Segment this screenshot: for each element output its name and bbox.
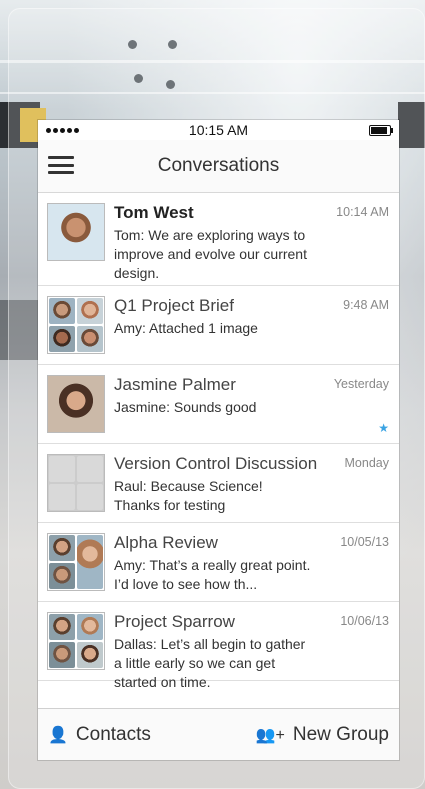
conversation-date: Yesterday (333, 377, 389, 391)
page-title: Conversations (157, 155, 280, 176)
battery-icon (369, 124, 393, 136)
signal-icon (46, 127, 79, 133)
avatar (47, 375, 105, 433)
pin-icon: ★ (378, 421, 389, 435)
conversation-row[interactable]: Q1 Project Brief 9:48 AM Amy: Attached 1… (38, 286, 399, 365)
contacts-icon: 👤 (48, 726, 68, 744)
bottom-toolbar: 👤 Contacts 👥+ New Group (38, 708, 399, 760)
avatar (47, 296, 105, 354)
conversation-list: Tom West 10:14 AM Tom: We are exploring … (38, 193, 399, 690)
hamburger-icon[interactable] (48, 154, 74, 176)
conversation-row[interactable]: Alpha Review 10/05/13 Amy: That’s a real… (38, 523, 399, 602)
new-group-label: New Group (292, 723, 389, 745)
new-group-button[interactable]: 👥+ New Group (256, 724, 389, 746)
conversation-row[interactable]: Version Control Discussion Monday Raul: … (38, 444, 399, 523)
nav-bar: Conversations (38, 140, 399, 193)
conversation-date: 10:14 AM (336, 205, 389, 219)
status-bar (38, 120, 399, 140)
conversation-row[interactable]: Jasmine Palmer Yesterday Jasmine: Sounds… (38, 365, 399, 444)
phone-screen: 10:15 AM Conversations Tom West 10:14 AM… (38, 120, 399, 760)
conversation-date: 10/05/13 (340, 535, 389, 549)
conversation-row[interactable]: Project Sparrow 10/06/13 Dallas: Let’s a… (38, 602, 399, 690)
conversation-date: Monday (344, 456, 389, 470)
new-group-icon: 👥+ (255, 726, 285, 744)
avatar (47, 612, 105, 670)
conversation-date: 9:48 AM (343, 298, 389, 312)
conversation-preview: Amy: Attached 1 image (114, 320, 258, 336)
avatar (47, 203, 105, 261)
contacts-label: Contacts (75, 723, 151, 745)
conversation-preview: Tom: We are exploring ways to improve an… (114, 227, 307, 281)
conversation-preview: Amy: That’s a really great point. I’d lo… (114, 557, 311, 592)
conversation-preview: Dallas: Let’s all begin to gather a litt… (114, 636, 306, 690)
contacts-button[interactable]: 👤 Contacts (48, 724, 151, 746)
conversation-preview: Jasmine: Sounds good (114, 399, 257, 415)
conversation-date: 10/06/13 (340, 614, 389, 628)
conversation-preview: Raul: Because Science! Thanks for testin… (114, 478, 263, 513)
avatar (47, 454, 105, 512)
conversation-row[interactable]: Tom West 10:14 AM Tom: We are exploring … (38, 193, 399, 286)
avatar (47, 533, 105, 591)
